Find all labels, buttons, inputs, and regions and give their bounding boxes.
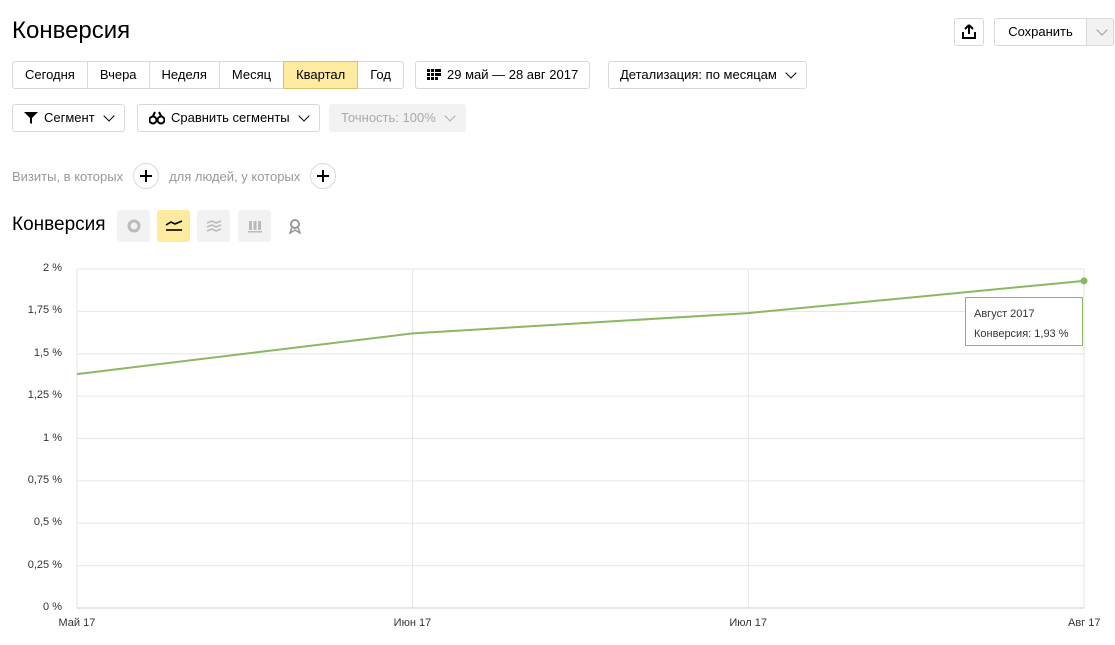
period-year[interactable]: Год [357, 61, 404, 89]
bar-chart-icon [247, 221, 262, 233]
chevron-down-icon [103, 110, 115, 122]
compare-segments-button[interactable]: Сравнить сегменты [137, 104, 320, 132]
chevron-down-icon [297, 110, 310, 122]
tooltip-value: Конверсия: 1,93 % [974, 328, 1069, 340]
chevron-down-icon [444, 110, 456, 122]
viz-pie-button[interactable] [117, 210, 150, 242]
y-tick-label: 1 % [43, 431, 62, 444]
chart-tooltip: Август 2017 Конверсия: 1,93 % [965, 297, 1083, 346]
map-icon [288, 219, 301, 234]
plus-icon [317, 170, 330, 182]
plus-icon [140, 170, 153, 182]
chevron-down-icon [785, 67, 797, 79]
y-tick-label: 0,75 % [27, 473, 62, 486]
people-filter-label: для людей, у которых [169, 168, 301, 184]
data-point[interactable] [1080, 277, 1088, 285]
date-range-label: 29 май — 28 авг 2017 [447, 67, 579, 82]
series-line [76, 279, 1085, 376]
y-tick-label: 0,5 % [33, 516, 62, 529]
filter-icon [24, 112, 38, 124]
pie-chart-icon [127, 219, 140, 233]
period-selector: Сегодня Вчера Неделя Месяц Квартал Год [12, 61, 404, 89]
compare-segments-icon [149, 111, 165, 125]
x-tick-label: Авг 17 [1068, 617, 1101, 629]
compare-segments-label: Сравнить сегменты [171, 110, 290, 125]
tooltip-title: Август 2017 [974, 308, 1035, 320]
viz-line-button[interactable] [157, 210, 190, 242]
segment-button[interactable]: Сегмент [12, 104, 125, 132]
x-tick-label: Май 17 [58, 617, 96, 629]
accuracy-dropdown[interactable]: Точность: 100% [329, 104, 466, 132]
detail-dropdown[interactable]: Детализация: по месяцам [608, 61, 807, 89]
period-yesterday[interactable]: Вчера [86, 61, 150, 89]
conversion-line-chart [76, 268, 1088, 609]
viz-map-button[interactable] [278, 210, 311, 242]
x-tick-label: Июн 17 [393, 617, 432, 629]
area-chart-icon [206, 220, 221, 232]
accuracy-label: Точность: 100% [341, 110, 436, 125]
viz-bar-button[interactable] [238, 210, 271, 242]
period-quarter[interactable]: Квартал [283, 61, 359, 89]
add-people-condition-button[interactable] [310, 163, 337, 189]
save-dropdown-button[interactable] [1086, 18, 1114, 46]
y-tick-label: 1,25 % [27, 389, 62, 402]
y-tick-label: 1,5 % [33, 346, 62, 359]
detail-label: Детализация: по месяцам [620, 67, 777, 82]
page-title: Конверсия [12, 17, 131, 44]
y-tick-label: 2 % [43, 262, 62, 274]
y-tick-label: 0,25 % [27, 558, 62, 571]
save-button-label: Сохранить [1008, 24, 1073, 39]
y-tick-label: 1,75 % [27, 304, 62, 317]
viz-area-button[interactable] [197, 210, 230, 242]
visits-filter-label: Визиты, в которых [12, 168, 124, 184]
filter-row: Визиты, в которых для людей, у которых [12, 162, 346, 190]
chart-section-title: Конверсия [12, 214, 106, 235]
line-chart-icon [165, 220, 182, 231]
chevron-down-icon [1096, 24, 1108, 36]
share-icon [962, 24, 976, 39]
save-button[interactable]: Сохранить [994, 18, 1087, 46]
segment-label: Сегмент [44, 110, 95, 125]
period-week[interactable]: Неделя [148, 61, 220, 89]
period-month[interactable]: Месяц [218, 61, 285, 89]
share-button[interactable] [954, 18, 984, 46]
x-tick-label: Июл 17 [729, 617, 767, 629]
y-tick-label: 0 % [43, 601, 62, 613]
period-today[interactable]: Сегодня [12, 61, 88, 89]
add-visit-condition-button[interactable] [133, 163, 160, 189]
calendar-icon [427, 69, 441, 80]
date-range-button[interactable]: 29 май — 28 авг 2017 [415, 61, 591, 89]
